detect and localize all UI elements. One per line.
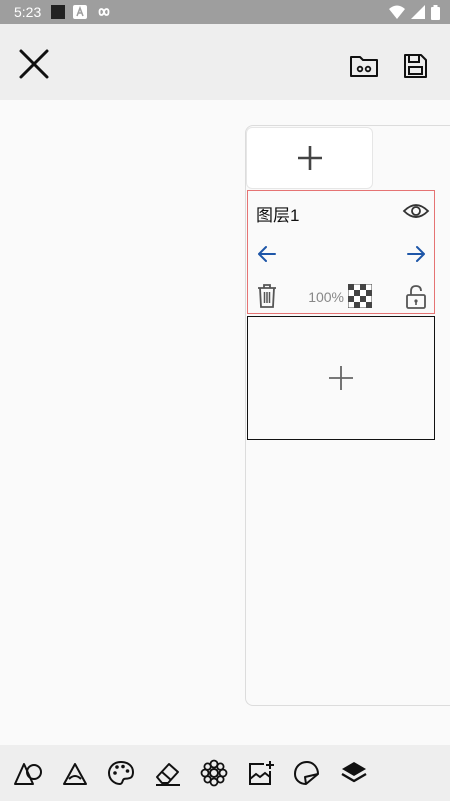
trash-icon [256,283,278,309]
close-button[interactable] [16,46,52,82]
layer-opacity[interactable]: 100% [304,289,344,305]
save-button[interactable] [400,52,430,80]
shapes-icon [13,759,43,787]
layers-icon [339,759,369,787]
move-layer-right-button[interactable] [405,243,427,265]
tool-brush-settings[interactable] [199,759,229,787]
blend-icon [60,759,90,787]
delete-layer-button[interactable] [256,283,278,309]
checkerboard-icon [348,284,372,308]
folder-icon [348,52,380,80]
open-folder-button[interactable] [348,52,380,80]
status-bar: 5:23 [0,0,450,24]
layer-name: 图层1 [256,206,300,225]
top-app-bar [0,24,450,100]
battery-icon [431,4,440,20]
tool-add-image[interactable] [246,759,276,787]
eye-icon [402,199,430,223]
infinity-icon [95,6,113,18]
tool-sticker[interactable] [292,759,322,787]
tool-blend[interactable] [60,759,90,787]
plus-icon [327,364,355,392]
add-layer-card[interactable] [247,316,435,440]
save-icon [400,52,430,80]
plus-icon [296,144,324,172]
square-notification-icon [51,5,66,19]
tool-shapes[interactable] [13,759,43,787]
sticker-icon [292,759,322,787]
brush-settings-icon [199,759,229,787]
palette-icon [106,759,136,787]
add-layer-button[interactable] [246,127,373,189]
add-image-icon [246,759,276,787]
signal-icon [411,5,425,19]
toggle-visibility-button[interactable] [402,199,430,223]
close-icon [16,46,52,82]
wifi-icon [389,5,405,19]
lock-layer-button[interactable] [404,284,428,310]
layer-item[interactable]: 图层1 100% [247,190,435,314]
transparency-button[interactable] [348,284,372,308]
tool-eraser[interactable] [153,759,183,787]
move-layer-left-button[interactable] [256,243,278,265]
tool-layers[interactable] [339,759,369,787]
status-time: 5:23 [14,4,42,20]
arrow-right-icon [405,243,427,265]
arrow-left-icon [256,243,278,265]
eraser-icon [153,759,183,787]
a-notification-icon [73,5,88,19]
tool-color-palette[interactable] [106,759,136,787]
unlock-icon [404,284,428,310]
bottom-toolbar [0,745,450,801]
